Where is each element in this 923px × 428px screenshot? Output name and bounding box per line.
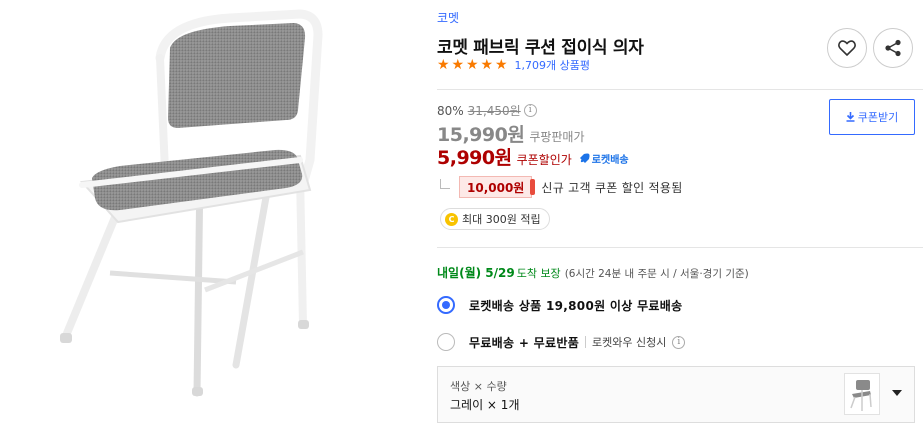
chair-thumbnail-icon <box>850 380 872 411</box>
rocket-icon <box>579 153 590 163</box>
heart-icon <box>838 40 856 56</box>
option-thumbnail <box>844 373 880 415</box>
rating-row: ★ ★ ★ ★ ★ 1,709개 상품평 <box>437 57 590 73</box>
download-icon <box>846 112 855 122</box>
share-icon <box>885 39 901 57</box>
share-button[interactable] <box>873 28 913 68</box>
rating-stars[interactable]: ★ ★ ★ ★ ★ <box>437 58 510 72</box>
star-icon: ★ <box>451 57 465 73</box>
original-price: 31,450원 <box>467 104 521 118</box>
option-values: 그레이 × 1개 <box>450 398 520 412</box>
product-image <box>0 0 410 428</box>
discount-row: 80% 31,450원 i <box>437 102 537 119</box>
shipping-option-rocket[interactable]: 로켓배송 상품 19,800원 이상 무료배송 <box>437 296 682 314</box>
branch-line <box>440 179 450 189</box>
cash-reward-text: 최대 300원 적립 <box>462 213 541 226</box>
coin-icon: C <box>445 212 458 226</box>
wishlist-button[interactable] <box>827 28 867 68</box>
option-names: 색상 × 수량 <box>450 380 507 393</box>
coupon-button-label: 쿠폰받기 <box>857 111 899 124</box>
rocket-label: 로켓배송 <box>591 155 629 166</box>
delivery-info: 내일(월) 5/29 도착 보장 (6시간 24분 내 주문 시 / 서울·경기… <box>437 264 749 281</box>
shipping-option-sub: 로켓와우 신청시 <box>592 336 667 349</box>
product-title: 코멧 패브릭 쿠션 접이식 의자 <box>437 38 644 58</box>
star-icon: ★ <box>437 57 450 73</box>
brand-link[interactable]: 코멧 <box>437 9 459 26</box>
arrival-note: (6시간 24분 내 주문 시 / 서울·경기 기준) <box>564 268 749 280</box>
star-icon: ★ <box>495 57 508 73</box>
arrival-date: 내일(월) 5/29 <box>437 266 515 280</box>
radio-unselected[interactable] <box>437 333 455 351</box>
coupon-price-row: 5,990원 쿠폰할인가 로켓배송 <box>437 143 629 170</box>
arrival-guarantee: 도착 보장 <box>516 267 561 280</box>
divider <box>437 89 923 90</box>
shipping-option-label: 로켓배송 상품 19,800원 이상 무료배송 <box>469 298 683 313</box>
discount-rate: 80% <box>437 103 464 118</box>
star-icon: ★ <box>466 57 479 73</box>
new-user-coupon-row: 10,000원 신규 고객 쿠폰 할인 적용됨 <box>437 176 683 198</box>
radio-selected[interactable] <box>437 296 455 314</box>
info-icon[interactable]: i <box>672 335 686 349</box>
caret-down-icon <box>892 390 902 396</box>
separator <box>585 336 587 348</box>
coupon-price: 5,990원 <box>437 147 512 169</box>
rocket-delivery-badge: 로켓배송 <box>578 151 629 166</box>
review-count-link[interactable]: 1,709개 상품평 <box>515 57 590 73</box>
coupon-download-button[interactable]: 쿠폰받기 <box>829 99 915 135</box>
folding-chair-image <box>60 9 323 397</box>
coupon-price-label: 쿠폰할인가 <box>516 153 572 167</box>
cash-reward-badge: C 최대 300원 적립 <box>440 208 550 230</box>
shipping-option-label: 무료배송 + 무료반품 <box>469 335 580 350</box>
coupon-amount-tag: 10,000원 <box>459 176 536 198</box>
shipping-option-wow[interactable]: 무료배송 + 무료반품 로켓와우 신청시 i <box>437 333 686 351</box>
star-icon: ★ <box>480 57 494 73</box>
divider <box>437 247 923 248</box>
option-selector[interactable]: 색상 × 수량 그레이 × 1개 <box>437 366 915 423</box>
info-icon[interactable]: i <box>523 104 537 117</box>
new-user-coupon-text: 신규 고객 쿠폰 할인 적용됨 <box>541 180 683 195</box>
product-info: 코멧 코멧 패브릭 쿠션 접이식 의자 ★ ★ ★ ★ ★ 1,709개 상품평… <box>437 0 923 428</box>
